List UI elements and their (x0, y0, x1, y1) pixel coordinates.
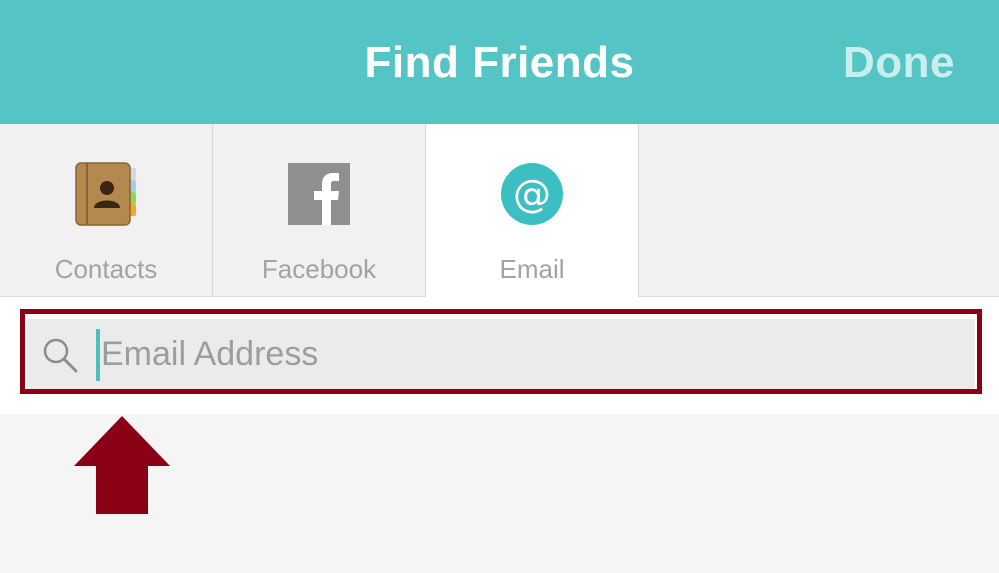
contacts-book-icon (74, 162, 138, 226)
text-cursor (96, 329, 100, 381)
up-arrow-icon (74, 416, 170, 514)
search-icon (41, 336, 79, 374)
tab-bar: Contacts Facebook @ Email (0, 124, 999, 298)
email-address-input[interactable] (101, 319, 961, 389)
tab-contacts-label: Contacts (54, 254, 158, 284)
tab-facebook-label: Facebook (261, 254, 377, 284)
svg-text:@: @ (513, 172, 551, 216)
tab-contacts[interactable]: Contacts (0, 124, 213, 297)
email-search-field[interactable] (27, 319, 975, 389)
tab-email-label: Email (499, 254, 565, 284)
tab-email[interactable]: @ Email (426, 124, 639, 298)
facebook-icon (287, 162, 351, 226)
tab-facebook[interactable]: Facebook (213, 124, 426, 297)
done-button[interactable]: Done (843, 38, 955, 88)
header-bar: Find Friends Done (0, 0, 999, 124)
at-sign-icon: @ (500, 162, 564, 226)
